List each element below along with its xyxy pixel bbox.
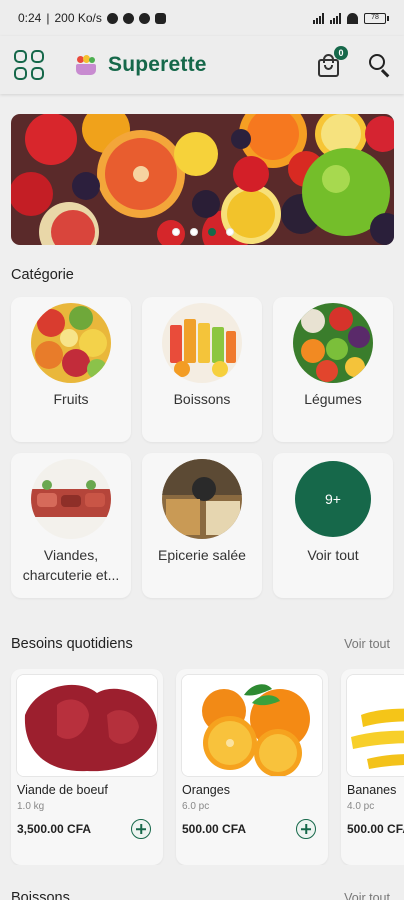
category-viandes[interactable]: Viandes, charcuterie et... [11, 453, 131, 598]
carousel-dot[interactable] [171, 228, 180, 236]
category-label: Légumes [304, 391, 362, 407]
category-label: Fruits [53, 391, 89, 407]
category-boissons[interactable]: Boissons [142, 297, 262, 442]
product-image-oranges [181, 674, 323, 777]
category-label: Boissons [173, 391, 231, 407]
add-to-cart-plus-icon[interactable] [296, 819, 316, 839]
product-name: Oranges [182, 783, 230, 797]
product-card[interactable]: Oranges 6.0 pc 500.00 CFA [176, 669, 328, 865]
app-notification-icon [122, 12, 134, 24]
product-name: Viande de boeuf [17, 783, 108, 797]
product-card[interactable]: Bananes 4.0 pc 500.00 CFA [341, 669, 404, 865]
product-image-bananas [346, 674, 404, 777]
telegram-icon [138, 12, 150, 24]
battery-level: 78 [371, 13, 379, 21]
grid-menu-icon[interactable] [12, 48, 46, 82]
category-label: Viandes, charcuterie et... [22, 547, 120, 583]
product-card[interactable]: Viande de boeuf 1.0 kg 3,500.00 CFA [11, 669, 163, 865]
product-image-beef [16, 674, 158, 777]
more-categories-badge: 9+ [295, 461, 371, 537]
promo-banner[interactable] [11, 114, 394, 245]
carousel-dot[interactable] [225, 228, 234, 236]
battery-icon: 78 [364, 12, 389, 24]
product-price: 500.00 CFA [182, 822, 247, 836]
search-icon[interactable] [368, 53, 392, 78]
category-boissons-image [162, 303, 242, 383]
app-bar: Superette 0 [0, 36, 404, 94]
category-viandes-image [31, 459, 111, 539]
signal-icon [313, 12, 324, 24]
category-fruits-image [31, 303, 111, 383]
wifi-icon [347, 12, 358, 24]
product-price: 3,500.00 CFA [17, 822, 92, 836]
status-bar: 0:24 | 200 Ko/s 78 [0, 0, 404, 36]
signal-icon-2 [330, 12, 341, 24]
cart-count-badge: 0 [334, 46, 348, 60]
brand: Superette [74, 53, 207, 77]
product-unit: 4.0 pc [347, 801, 375, 812]
category-fruits[interactable]: Fruits [11, 297, 131, 442]
daily-needs-see-all-link[interactable]: Voir tout [344, 637, 390, 651]
category-epicerie-image [162, 459, 242, 539]
app-title: Superette [108, 53, 207, 76]
carousel-dots [11, 228, 394, 236]
category-epicerie[interactable]: Epicerie salée [142, 453, 262, 598]
category-label: Epicerie salée [158, 547, 246, 563]
product-name: Bananes [347, 783, 397, 797]
daily-needs-title: Besoins quotidiens [11, 636, 133, 652]
carousel-dot-active[interactable] [207, 228, 216, 236]
daily-needs-carousel[interactable]: Viande de boeuf 1.0 kg 3,500.00 CFA Oran… [0, 669, 404, 865]
cart-icon[interactable]: 0 [316, 46, 348, 78]
status-speed: 200 Ko/s [54, 11, 102, 25]
product-price: 500.00 CFA [347, 822, 404, 836]
category-legumes[interactable]: Légumes [273, 297, 393, 442]
category-legumes-image [293, 303, 373, 383]
add-to-cart-plus-icon[interactable] [131, 819, 151, 839]
alarm-icon [106, 12, 118, 24]
carousel-dot[interactable] [189, 228, 198, 236]
category-label: Voir tout [307, 547, 359, 563]
status-time: 0:24 [18, 11, 42, 25]
basket-logo-icon [74, 55, 98, 75]
product-unit: 6.0 pc [182, 801, 210, 812]
product-unit: 1.0 kg [17, 801, 45, 812]
drinks-see-all-link[interactable]: Voir tout [344, 891, 390, 900]
youtube-icon [154, 12, 166, 24]
category-see-all[interactable]: 9+ Voir tout [273, 453, 393, 598]
category-section-title: Catégorie [11, 267, 74, 283]
drinks-section-title: Boissons [11, 890, 70, 900]
